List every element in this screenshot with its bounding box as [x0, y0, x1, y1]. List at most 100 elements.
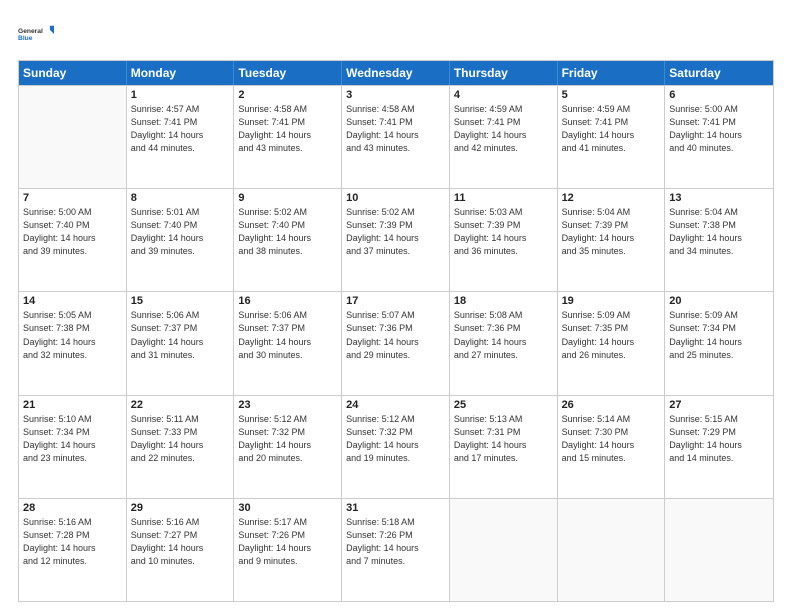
cell-info-line: Sunrise: 5:16 AM — [23, 516, 122, 529]
calendar-week-1: 1Sunrise: 4:57 AMSunset: 7:41 PMDaylight… — [19, 85, 773, 188]
cell-info-line: Daylight: 14 hours — [131, 336, 230, 349]
cell-info-line: Daylight: 14 hours — [669, 232, 769, 245]
cell-info-line: Sunrise: 5:10 AM — [23, 413, 122, 426]
header-day-monday: Monday — [127, 61, 235, 85]
cell-info-line: Sunrise: 4:58 AM — [238, 103, 337, 116]
calendar-cell: 27Sunrise: 5:15 AMSunset: 7:29 PMDayligh… — [665, 396, 773, 498]
day-number: 28 — [23, 502, 122, 514]
cell-info-line: Daylight: 14 hours — [23, 439, 122, 452]
cell-info-line: Sunset: 7:33 PM — [131, 426, 230, 439]
cell-info-line: Daylight: 14 hours — [238, 542, 337, 555]
day-number: 18 — [454, 295, 553, 307]
cell-info-line: Sunrise: 5:13 AM — [454, 413, 553, 426]
cell-info-line: Sunset: 7:32 PM — [346, 426, 445, 439]
cell-info-line: Sunset: 7:41 PM — [562, 116, 661, 129]
cell-info-line: Sunset: 7:28 PM — [23, 529, 122, 542]
cell-info-line: and 41 minutes. — [562, 142, 661, 155]
calendar-cell: 11Sunrise: 5:03 AMSunset: 7:39 PMDayligh… — [450, 189, 558, 291]
cell-info-line: Daylight: 14 hours — [131, 232, 230, 245]
cell-info-line: Daylight: 14 hours — [23, 336, 122, 349]
calendar-cell: 1Sunrise: 4:57 AMSunset: 7:41 PMDaylight… — [127, 86, 235, 188]
cell-info-line: Sunrise: 5:02 AM — [238, 206, 337, 219]
cell-info-line: and 39 minutes. — [23, 245, 122, 258]
day-number: 22 — [131, 399, 230, 411]
cell-info-line: Sunset: 7:32 PM — [238, 426, 337, 439]
calendar-cell: 30Sunrise: 5:17 AMSunset: 7:26 PMDayligh… — [234, 499, 342, 601]
cell-info-line: Sunset: 7:34 PM — [23, 426, 122, 439]
cell-info-line: and 43 minutes. — [238, 142, 337, 155]
cell-info-line: and 12 minutes. — [23, 555, 122, 568]
cell-info-line: Sunset: 7:39 PM — [454, 219, 553, 232]
day-number: 17 — [346, 295, 445, 307]
cell-info-line: Sunset: 7:26 PM — [346, 529, 445, 542]
calendar-week-3: 14Sunrise: 5:05 AMSunset: 7:38 PMDayligh… — [19, 291, 773, 394]
cell-info-line: Sunset: 7:36 PM — [346, 322, 445, 335]
day-number: 8 — [131, 192, 230, 204]
cell-info-line: and 29 minutes. — [346, 349, 445, 362]
day-number: 13 — [669, 192, 769, 204]
day-number: 20 — [669, 295, 769, 307]
cell-info-line: Sunrise: 5:04 AM — [562, 206, 661, 219]
cell-info-line: and 10 minutes. — [131, 555, 230, 568]
day-number: 24 — [346, 399, 445, 411]
calendar-cell: 29Sunrise: 5:16 AMSunset: 7:27 PMDayligh… — [127, 499, 235, 601]
day-number: 7 — [23, 192, 122, 204]
cell-info-line: Sunrise: 5:18 AM — [346, 516, 445, 529]
cell-info-line: Sunset: 7:36 PM — [454, 322, 553, 335]
cell-info-line: Sunset: 7:30 PM — [562, 426, 661, 439]
cell-info-line: and 17 minutes. — [454, 452, 553, 465]
header-day-sunday: Sunday — [19, 61, 127, 85]
cell-info-line: and 37 minutes. — [346, 245, 445, 258]
header-day-thursday: Thursday — [450, 61, 558, 85]
cell-info-line: Daylight: 14 hours — [238, 232, 337, 245]
day-number: 14 — [23, 295, 122, 307]
cell-info-line: and 26 minutes. — [562, 349, 661, 362]
calendar-cell: 25Sunrise: 5:13 AMSunset: 7:31 PMDayligh… — [450, 396, 558, 498]
cell-info-line: Sunrise: 5:06 AM — [131, 309, 230, 322]
cell-info-line: and 7 minutes. — [346, 555, 445, 568]
cell-info-line: Sunrise: 5:15 AM — [669, 413, 769, 426]
day-number: 31 — [346, 502, 445, 514]
header-day-saturday: Saturday — [665, 61, 773, 85]
cell-info-line: and 30 minutes. — [238, 349, 337, 362]
logo: General Blue — [18, 16, 54, 52]
cell-info-line: and 39 minutes. — [131, 245, 230, 258]
cell-info-line: Sunset: 7:26 PM — [238, 529, 337, 542]
calendar-cell — [558, 499, 666, 601]
cell-info-line: Sunrise: 5:16 AM — [131, 516, 230, 529]
cell-info-line: Sunrise: 5:17 AM — [238, 516, 337, 529]
cell-info-line: and 42 minutes. — [454, 142, 553, 155]
header-day-tuesday: Tuesday — [234, 61, 342, 85]
calendar-cell: 2Sunrise: 4:58 AMSunset: 7:41 PMDaylight… — [234, 86, 342, 188]
cell-info-line: Daylight: 14 hours — [346, 129, 445, 142]
cell-info-line: and 25 minutes. — [669, 349, 769, 362]
calendar-week-5: 28Sunrise: 5:16 AMSunset: 7:28 PMDayligh… — [19, 498, 773, 601]
cell-info-line: Daylight: 14 hours — [346, 439, 445, 452]
calendar-cell: 17Sunrise: 5:07 AMSunset: 7:36 PMDayligh… — [342, 292, 450, 394]
cell-info-line: and 34 minutes. — [669, 245, 769, 258]
calendar-cell — [19, 86, 127, 188]
calendar-body: 1Sunrise: 4:57 AMSunset: 7:41 PMDaylight… — [19, 85, 773, 601]
cell-info-line: Daylight: 14 hours — [454, 336, 553, 349]
day-number: 6 — [669, 89, 769, 101]
calendar-cell: 31Sunrise: 5:18 AMSunset: 7:26 PMDayligh… — [342, 499, 450, 601]
calendar-cell: 15Sunrise: 5:06 AMSunset: 7:37 PMDayligh… — [127, 292, 235, 394]
calendar-week-4: 21Sunrise: 5:10 AMSunset: 7:34 PMDayligh… — [19, 395, 773, 498]
calendar-cell: 22Sunrise: 5:11 AMSunset: 7:33 PMDayligh… — [127, 396, 235, 498]
svg-text:General: General — [18, 28, 43, 35]
cell-info-line: Daylight: 14 hours — [23, 232, 122, 245]
cell-info-line: and 20 minutes. — [238, 452, 337, 465]
cell-info-line: and 38 minutes. — [238, 245, 337, 258]
cell-info-line: Sunset: 7:41 PM — [669, 116, 769, 129]
cell-info-line: Sunrise: 5:01 AM — [131, 206, 230, 219]
cell-info-line: Daylight: 14 hours — [562, 232, 661, 245]
cell-info-line: Daylight: 14 hours — [562, 336, 661, 349]
cell-info-line: Sunrise: 5:07 AM — [346, 309, 445, 322]
calendar: SundayMondayTuesdayWednesdayThursdayFrid… — [18, 60, 774, 602]
cell-info-line: Sunrise: 5:12 AM — [238, 413, 337, 426]
cell-info-line: Sunset: 7:35 PM — [562, 322, 661, 335]
logo-icon: General Blue — [18, 16, 54, 52]
cell-info-line: and 35 minutes. — [562, 245, 661, 258]
calendar-cell — [665, 499, 773, 601]
calendar-cell: 4Sunrise: 4:59 AMSunset: 7:41 PMDaylight… — [450, 86, 558, 188]
